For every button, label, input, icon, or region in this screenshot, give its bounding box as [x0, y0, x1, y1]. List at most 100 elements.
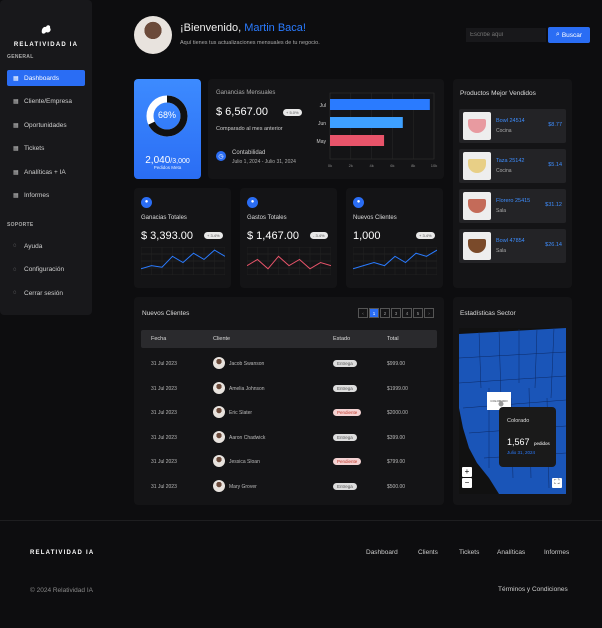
sector-stats-title: Estadísticas Sector: [460, 310, 516, 317]
stat-card: ● Gastos Totales $ 1,467.00 - 3.4%: [240, 188, 337, 288]
column-header[interactable]: Estado: [333, 336, 350, 342]
bell-icon: ▦: [13, 122, 19, 129]
page-button[interactable]: ‹: [358, 308, 368, 318]
client-avatar: [213, 357, 225, 369]
column-header[interactable]: Cliente: [213, 336, 230, 342]
tooltip-value: 1,567: [507, 437, 530, 447]
product-image: [468, 199, 486, 213]
row-total: $399.00: [387, 434, 406, 441]
help-icon: ◌: [13, 243, 17, 249]
earnings-bar-chart: 0k 2k 4k 6k 8k 10k Jul Jun May: [317, 92, 437, 168]
product-thumbnail: [463, 112, 491, 140]
product-name: Taza 25142: [496, 158, 525, 164]
zoom-in-button[interactable]: +: [462, 467, 472, 477]
user-avatar[interactable]: [134, 16, 172, 54]
status-badge: Entrega: [333, 360, 357, 367]
sidebar-item-tickets[interactable]: ▦ Tickets: [7, 141, 85, 157]
product-item[interactable]: Florero 25415 Sala $31.12: [459, 189, 566, 223]
stat-badge: - 3.4%: [310, 232, 328, 239]
product-item[interactable]: Taza 25142 Cocina $5.14: [459, 149, 566, 183]
stat-value: $ 3,393.00: [141, 230, 193, 242]
table-row[interactable]: 31 Jul 2023 Jacob Swanson Entrega $999.00: [141, 354, 437, 374]
product-thumbnail: [463, 152, 491, 180]
client-avatar: [213, 406, 225, 418]
footer-link-informes[interactable]: Informes: [544, 549, 569, 556]
terms-link[interactable]: Términos y Condiciones: [498, 586, 568, 593]
chart-icon: ▦: [13, 169, 19, 176]
client-name: Aaron Chadwick: [229, 434, 266, 441]
sidebar: RELATIVIDAD IA GENERAL ▦ Dashboards ▦ Clien…: [0, 0, 92, 315]
us-map[interactable]: COLORADO Colorado 1,567 pedidos Julio 31…: [459, 328, 566, 494]
table-row[interactable]: 31 Jul 2023 Jessica Sloan Pendiente $799.00: [141, 452, 437, 472]
category-label: Jul: [320, 103, 326, 109]
table-row[interactable]: 31 Jul 2023 Aaron Chadwick Entrega $399.00: [141, 428, 437, 448]
client-name: Mary Grover: [229, 483, 257, 490]
footer-brand: RELATIVIDAD IA: [30, 550, 95, 556]
stat-card: ● Ganacias Totales $ 3,393.00 + 3.4%: [134, 188, 231, 288]
brand-name: RELATIVIDAD IA: [13, 42, 79, 48]
tooltip-unit: pedidos: [533, 441, 550, 446]
fullscreen-icon[interactable]: ⛶: [552, 478, 562, 488]
top-products-card: Productos Mejor Vendidos Bowl 24514 Cocin…: [453, 79, 572, 288]
table-row[interactable]: 31 Jul 2023 Eric Slater Pendiente $2000.00: [141, 403, 437, 423]
sidebar-item-cerrar-sesi-n[interactable]: ◌ Cerrar sesión: [7, 285, 85, 301]
stat-sparkline: [353, 247, 437, 275]
sidebar-item-configuraci-n[interactable]: ◌ Configuración: [7, 262, 85, 278]
row-total: $1999.00: [387, 385, 408, 392]
client-avatar: [213, 455, 225, 467]
footer-link-dashboard[interactable]: Dashboard: [366, 549, 398, 556]
page-button[interactable]: 1: [369, 308, 379, 318]
search-input[interactable]: [466, 28, 546, 42]
product-item[interactable]: Bowl 47854 Sala $26.14: [459, 229, 566, 263]
stat-card: ● Nuevos Clientes 1,000 + 3.4%: [346, 188, 443, 288]
stat-title: Gastos Totales: [247, 215, 287, 221]
orders-goal-card: 68% 2,040/3,000 Pedidos Meta: [134, 79, 201, 179]
sidebar-item-oportunidades[interactable]: ▦ Oportunidades: [7, 117, 85, 133]
client-name: Amelia Johnson: [229, 385, 265, 392]
greeting-text: ¡Bienvenido,: [180, 22, 245, 34]
product-price: $31.12: [545, 202, 562, 208]
page-button[interactable]: 4: [402, 308, 412, 318]
sidebar-item-informes[interactable]: ▦ Informes: [7, 188, 85, 204]
stat-icon: ●: [247, 197, 258, 208]
product-name: Bowl 47854: [496, 238, 525, 244]
sidebar-item-cliente-empresa[interactable]: ▦ Cliente/Empresa: [7, 94, 85, 110]
earnings-amount: $ 6,567.00: [216, 106, 268, 118]
footer-link-tickets[interactable]: Tickets: [459, 549, 479, 556]
page-button[interactable]: 5: [413, 308, 423, 318]
column-header[interactable]: Total: [387, 336, 399, 342]
table-row[interactable]: 31 Jul 2023 Mary Grover Entrega $500.00: [141, 477, 437, 497]
table-row[interactable]: 31 Jul 2023 Amelia Johnson Entrega $1999.00: [141, 379, 437, 399]
footer-link-analíticas[interactable]: Analíticas: [497, 549, 525, 556]
page-button[interactable]: 2: [380, 308, 390, 318]
product-name: Bowl 24514: [496, 118, 525, 124]
row-date: 31 Jul 2023: [151, 459, 177, 465]
sector-stats-card: Estadísticas Sector COLORADO Colorado 1,…: [453, 297, 572, 505]
zoom-out-button[interactable]: −: [462, 478, 472, 488]
sidebar-item-label: Dashboards: [24, 74, 60, 82]
page-button[interactable]: ›: [424, 308, 434, 318]
search-button-label: Buscar: [561, 31, 583, 39]
footer-link-clients[interactable]: Clients: [418, 549, 438, 556]
page-button[interactable]: 3: [391, 308, 401, 318]
x-tick-label: 10k: [431, 163, 437, 168]
sidebar-item-label: Configuración: [24, 266, 65, 273]
row-total: $999.00: [387, 361, 406, 367]
sidebar-item-anal-ticas-ia[interactable]: ▦ Analíticas + IA: [7, 164, 85, 180]
sidebar-item-dashboards[interactable]: ▦ Dashboards: [7, 70, 85, 86]
bar-may: [330, 135, 385, 146]
map-tooltip: Colorado 1,567 pedidos Julio 31, 2024: [499, 407, 556, 467]
stat-sparkline: [141, 247, 225, 275]
brand-logo-icon: [41, 25, 51, 34]
category-label: Jun: [318, 121, 326, 127]
product-category: Sala: [496, 248, 507, 254]
sidebar-item-ayuda[interactable]: ◌ Ayuda: [7, 238, 85, 254]
category-label: May: [317, 139, 327, 145]
row-total: $799.00: [387, 459, 406, 465]
goal-percent: 68%: [157, 110, 176, 120]
product-item[interactable]: Bowl 24514 Cocina $8.77: [459, 109, 566, 143]
new-clients-card: Nuevos Clientes ‹ 1 2 3 4 5 › Fecha Cliente Esta…: [134, 297, 444, 505]
search-button[interactable]: ⌕ Buscar: [548, 27, 590, 43]
column-header[interactable]: Fecha: [151, 336, 166, 342]
support-section-label: SOPORTE: [7, 222, 34, 228]
